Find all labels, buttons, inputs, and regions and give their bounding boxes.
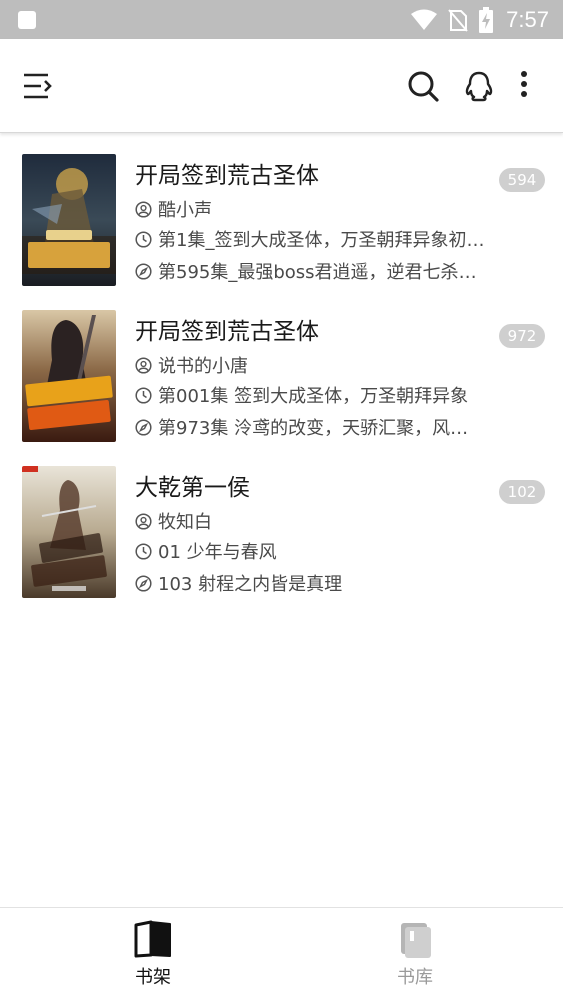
latest-chapter: 103 射程之内皆是真理 [158, 574, 343, 595]
compass-icon [135, 574, 152, 592]
latest-chapter: 第595集_最强boss君逍遥，逆君七杀诛天下 [158, 262, 485, 283]
first-chapter: 第001集 签到大成圣体，万圣朝拜异象 [158, 386, 469, 407]
clock-icon [135, 542, 152, 560]
first-chapter: 01 少年与春风 [158, 542, 277, 563]
open-book-icon [134, 920, 171, 958]
app-bar [0, 39, 563, 133]
status-time: 7:57 [506, 7, 549, 32]
book-author: 说书的小唐 [158, 356, 248, 377]
first-chapter: 第1集_签到大成圣体，万圣朝拜异象初现，获得无敌传承 [158, 230, 485, 251]
chapter-count-badge: 594 [499, 168, 545, 192]
tab-library[interactable]: 书库 [274, 908, 556, 1001]
status-bar: 7:57 [0, 0, 563, 39]
compass-icon [135, 418, 152, 436]
wifi-icon [411, 9, 438, 30]
book-title: 开局签到荒古圣体 [135, 319, 319, 345]
chapter-count-badge: 102 [499, 480, 545, 504]
qq-icon[interactable] [462, 69, 496, 103]
book-item[interactable]: 开局签到荒古圣体 972 说书的小唐 第001集 签到大成圣体，万圣朝拜异象 第… [0, 290, 563, 446]
book-cover [22, 310, 116, 442]
no-sim-icon [448, 9, 468, 32]
book-author: 牧知白 [158, 512, 212, 533]
book-cover [22, 154, 116, 286]
latest-chapter: 第973集 泠鸢的改变，天骄汇聚，风起云涌 [158, 418, 485, 439]
library-book-icon [401, 923, 431, 958]
chapter-count-badge: 972 [499, 324, 545, 348]
author-icon [135, 512, 152, 530]
book-item[interactable]: 开局签到荒古圣体 594 酷小声 第1集_签到大成圣体，万圣朝拜异象初现，获得无… [0, 134, 563, 290]
menu-icon[interactable] [22, 71, 54, 101]
book-title: 开局签到荒古圣体 [135, 163, 319, 189]
book-title: 大乾第一侯 [135, 475, 250, 501]
clock-icon [135, 386, 152, 404]
bottom-navigation: 书架 书库 [0, 907, 563, 1000]
tab-library-label: 书库 [397, 967, 433, 988]
tab-bookshelf-label: 书架 [135, 967, 171, 988]
tab-bookshelf[interactable]: 书架 [12, 908, 294, 1001]
book-cover [22, 466, 116, 598]
author-icon [135, 200, 152, 218]
book-item[interactable]: 大乾第一侯 102 牧知白 01 少年与春风 103 射程之内皆是真理 [0, 446, 563, 602]
search-icon[interactable] [406, 69, 440, 103]
author-icon [135, 356, 152, 374]
notification-icon [18, 11, 36, 29]
clock-icon [135, 230, 152, 248]
book-author: 酷小声 [158, 200, 212, 221]
compass-icon [135, 262, 152, 280]
battery-charging-icon [479, 7, 494, 33]
more-vert-icon[interactable] [512, 69, 536, 103]
bookshelf-list: 开局签到荒古圣体 594 酷小声 第1集_签到大成圣体，万圣朝拜异象初现，获得无… [0, 134, 563, 602]
